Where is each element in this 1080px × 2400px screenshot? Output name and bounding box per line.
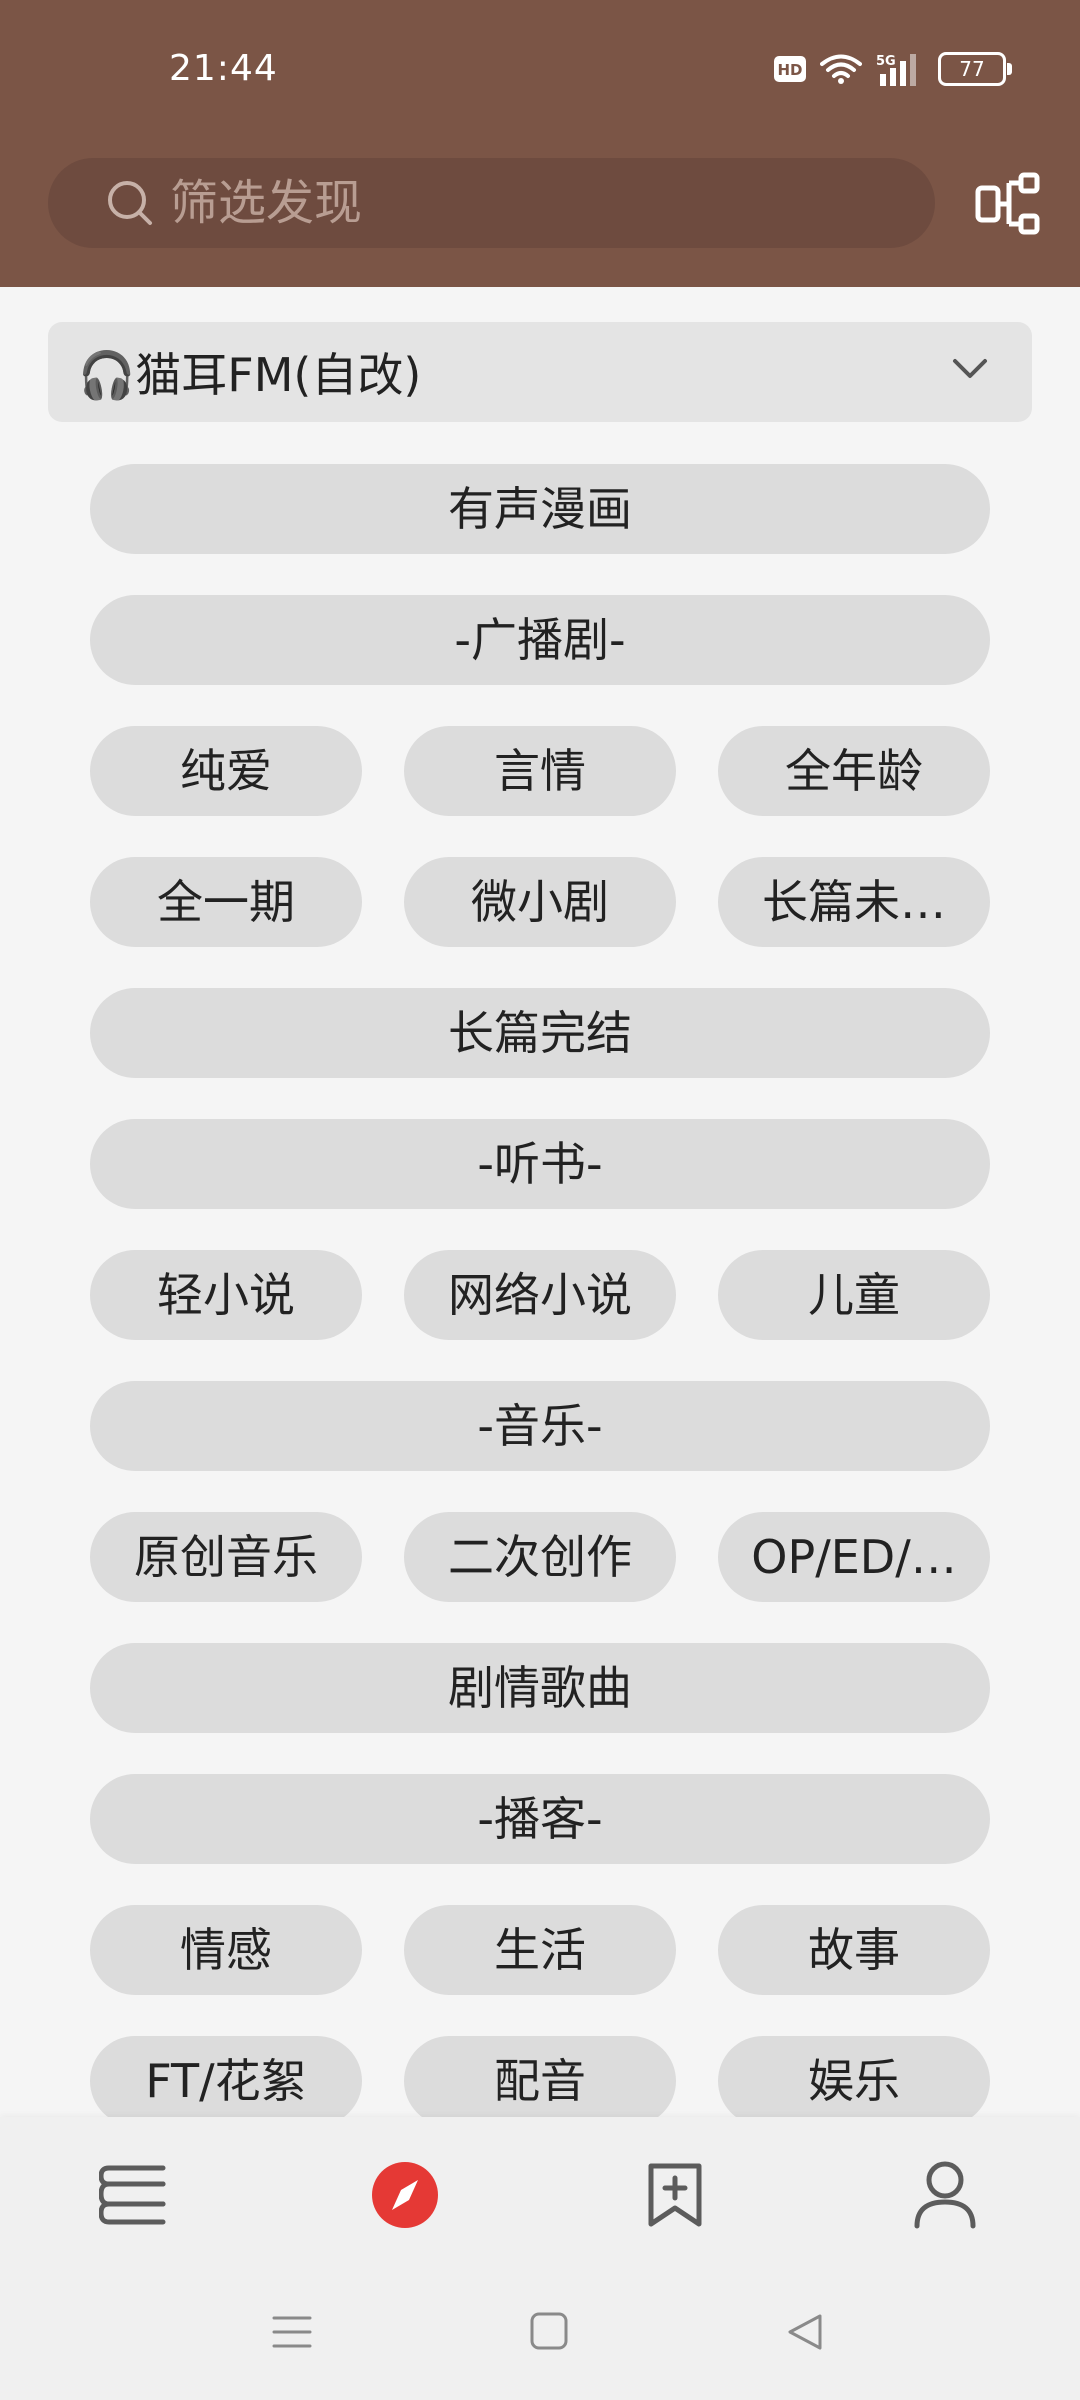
tag-button[interactable]: 长篇完结 xyxy=(90,988,990,1078)
tag-button[interactable]: 情感 xyxy=(90,1905,362,1995)
tag-button[interactable]: OP/ED/… xyxy=(718,1512,990,1602)
tag-button[interactable]: 言情 xyxy=(404,726,676,816)
tag-button[interactable]: 二次创作 xyxy=(404,1512,676,1602)
bottom-nav xyxy=(0,2117,1080,2272)
category-tags: 有声漫画 -广播剧- 纯爱 言情 全年龄全一期 微小剧 长篇未… 长篇完结 -听书- 轻小说 网络小… xyxy=(0,0,1080,2126)
nav-subscribe[interactable] xyxy=(630,2150,720,2240)
nav-discover[interactable] xyxy=(360,2150,450,2240)
tag-button[interactable]: 原创音乐 xyxy=(90,1512,362,1602)
system-nav-bar xyxy=(0,2272,1080,2400)
menu-icon[interactable] xyxy=(272,2312,312,2352)
tag-button[interactable]: 微小剧 xyxy=(404,857,676,947)
tag-button[interactable]: 全一期 xyxy=(90,857,362,947)
nav-profile[interactable] xyxy=(900,2150,990,2240)
tag-button[interactable]: FT/花絮 xyxy=(90,2036,362,2126)
compass-icon xyxy=(372,2161,438,2228)
tag-button[interactable]: 轻小说 xyxy=(90,1250,362,1340)
tag-button[interactable]: 长篇未… xyxy=(718,857,990,947)
tag-button[interactable]: -听书- xyxy=(90,1119,990,1209)
tag-button[interactable]: 娱乐 xyxy=(718,2036,990,2126)
tag-button[interactable]: 纯爱 xyxy=(90,726,362,816)
tag-button[interactable]: -广播剧- xyxy=(90,595,990,685)
bookmark-add-icon xyxy=(648,2163,702,2226)
tag-button[interactable]: 生活 xyxy=(404,1905,676,1995)
tag-button[interactable]: 故事 xyxy=(718,1905,990,1995)
tag-button[interactable]: 全年龄 xyxy=(718,726,990,816)
tag-button[interactable]: 有声漫画 xyxy=(90,464,990,554)
tag-button[interactable]: -播客- xyxy=(90,1774,990,1864)
person-icon xyxy=(914,2161,976,2228)
back-icon[interactable] xyxy=(786,2312,824,2352)
tag-button[interactable]: 剧情歌曲 xyxy=(90,1643,990,1733)
tag-button[interactable]: 网络小说 xyxy=(404,1250,676,1340)
tag-button[interactable]: 配音 xyxy=(404,2036,676,2126)
bookshelf-icon xyxy=(99,2165,166,2224)
tag-button[interactable]: -音乐- xyxy=(90,1381,990,1471)
home-icon[interactable] xyxy=(530,2312,568,2350)
tag-button[interactable]: 儿童 xyxy=(718,1250,990,1340)
nav-bookshelf[interactable] xyxy=(90,2150,180,2240)
